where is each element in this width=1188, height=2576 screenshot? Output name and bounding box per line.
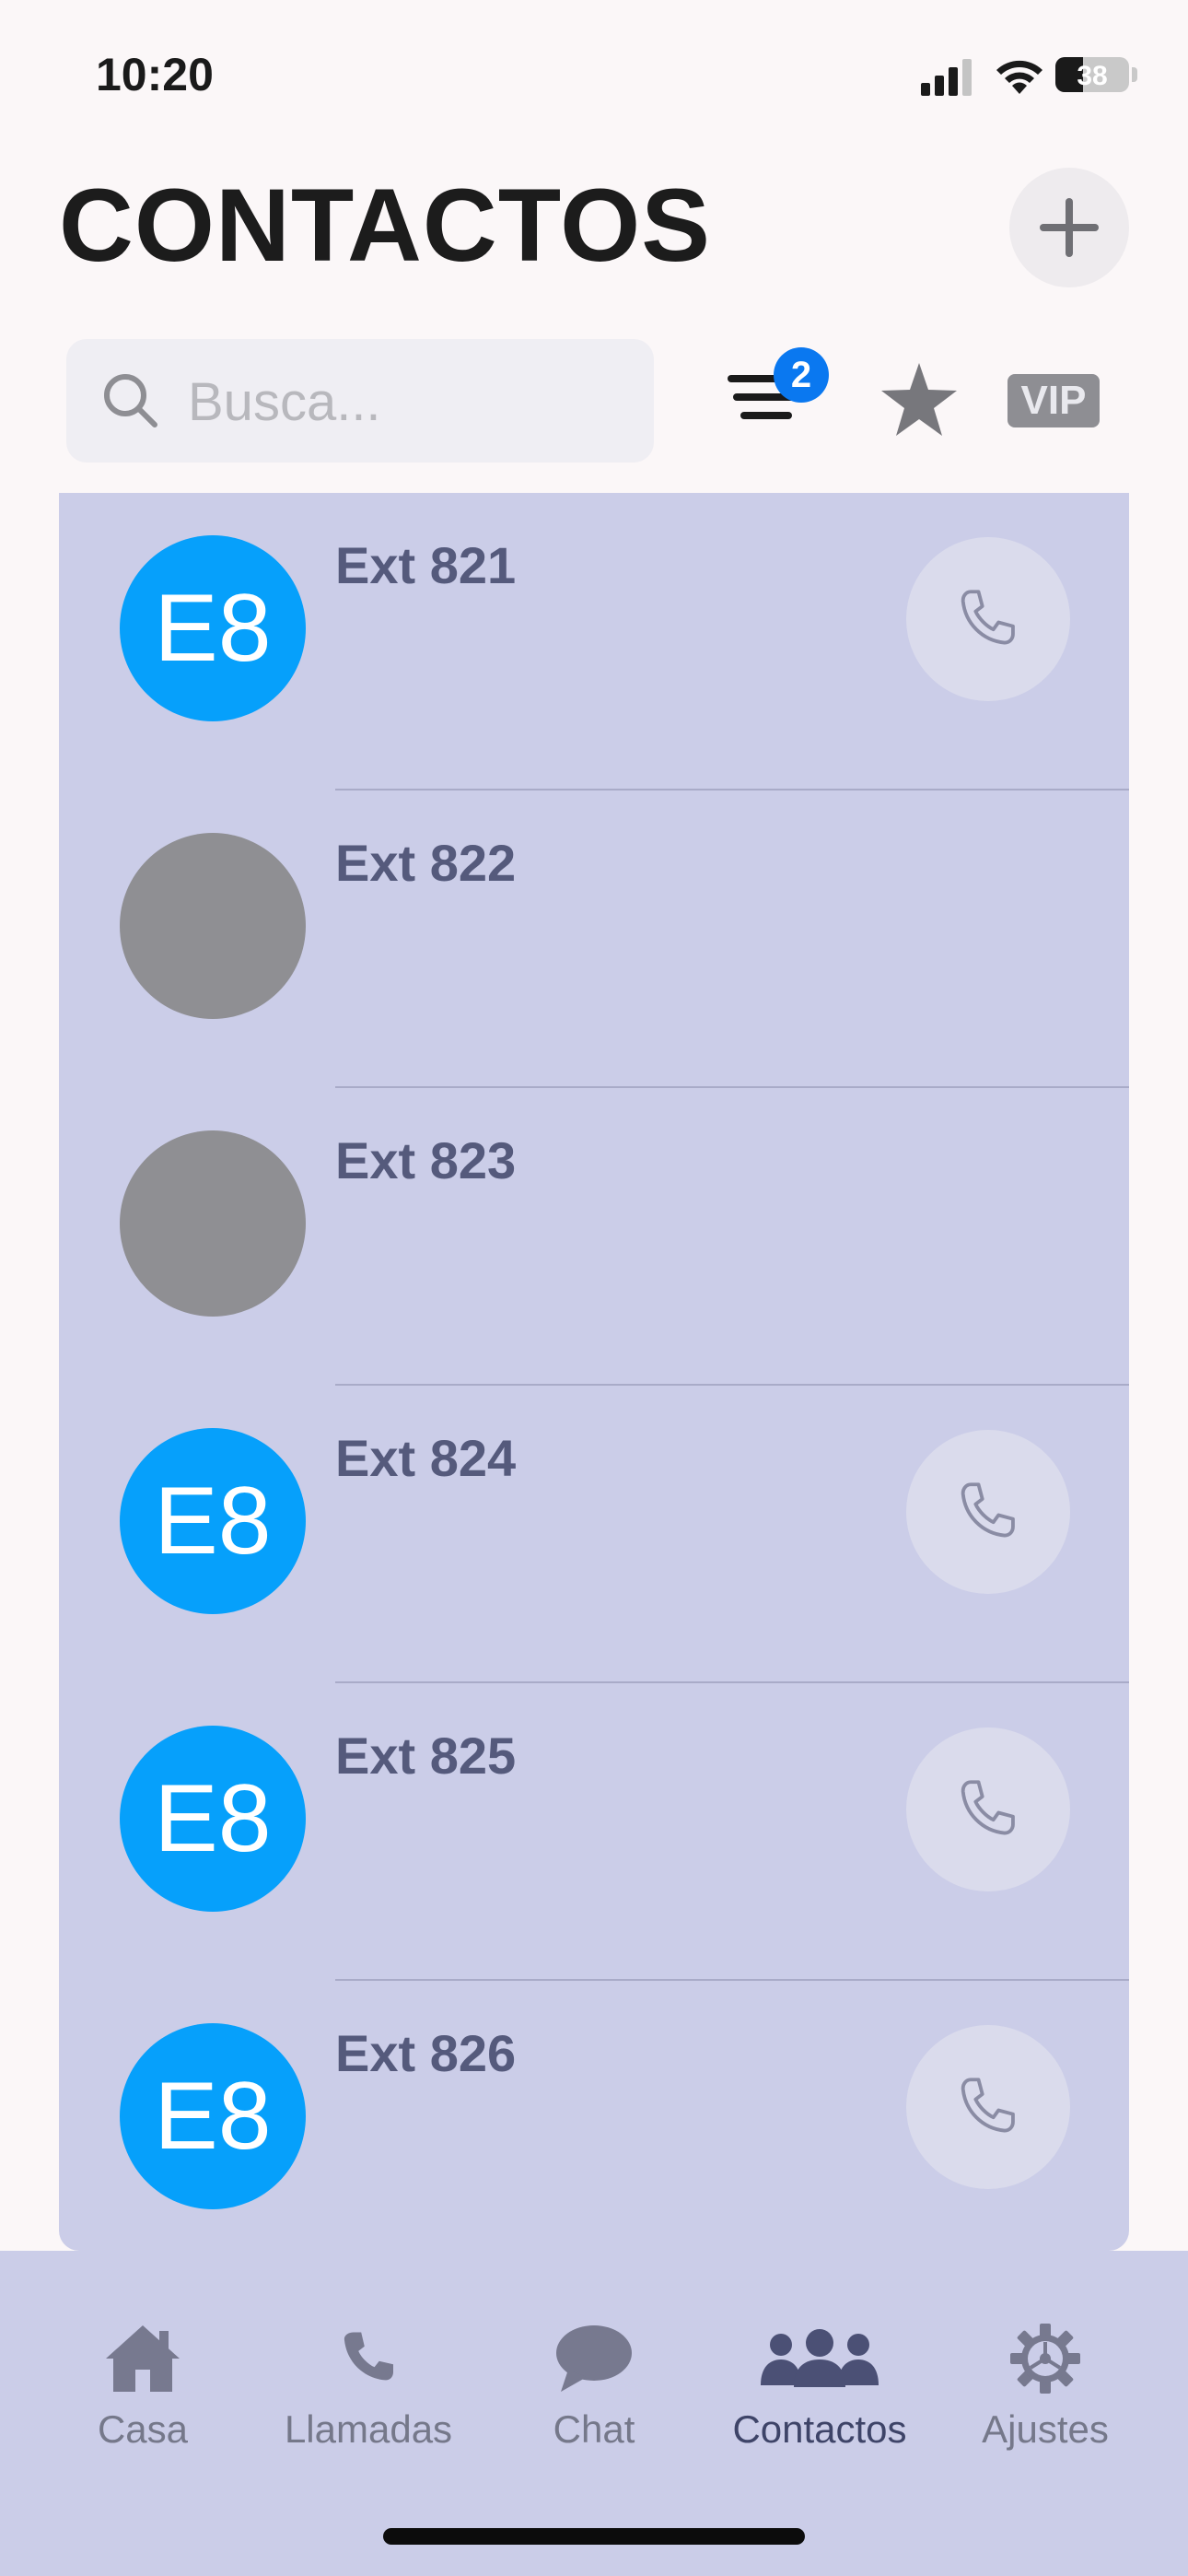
- contact-row[interactable]: E8 Ext 825: [59, 1683, 1129, 1981]
- call-button[interactable]: [906, 1430, 1070, 1594]
- filter-button[interactable]: 2: [728, 347, 829, 447]
- battery-icon: 38: [1055, 57, 1129, 92]
- page-title: CONTACTOS: [59, 168, 711, 283]
- contact-name: Ext 823: [335, 1131, 517, 1189]
- battery-level: 38: [1077, 61, 1108, 91]
- phone-icon: [961, 2078, 1015, 2133]
- avatar-initials: E8: [154, 2063, 272, 2170]
- wifi-icon: [996, 60, 1042, 94]
- people-icon: [761, 2329, 879, 2387]
- home-indicator: [383, 2528, 805, 2545]
- battery-tip: [1132, 67, 1137, 82]
- status-time: 10:20: [96, 49, 214, 100]
- cellular-signal-icon: [921, 59, 972, 96]
- avatar-initials: E8: [154, 1468, 272, 1575]
- filter-count-badge: 2: [774, 347, 829, 403]
- tab-chat[interactable]: Chat: [483, 2317, 705, 2452]
- avatar: E8: [120, 1726, 306, 1912]
- star-icon[interactable]: [879, 361, 959, 439]
- contact-list[interactable]: E8 Ext 821 Ext 822 Ext 823 E8 Ext 824 E8…: [59, 493, 1129, 2251]
- status-bar: 10:20 38: [0, 0, 1188, 147]
- avatar: E8: [120, 535, 306, 721]
- avatar: [120, 1130, 306, 1317]
- phone-icon: [344, 2332, 393, 2381]
- tab-casa[interactable]: Casa: [32, 2317, 253, 2452]
- call-button[interactable]: [906, 2025, 1070, 2189]
- contact-row[interactable]: E8 Ext 826: [59, 1981, 1129, 2251]
- contact-name: Ext 826: [335, 2024, 517, 2082]
- phone-icon: [961, 590, 1015, 645]
- tab-ajustes[interactable]: Ajustes: [935, 2317, 1156, 2452]
- plus-icon: [1040, 198, 1099, 257]
- phone-icon: [961, 1482, 1015, 1538]
- tab-label: Llamadas: [284, 2407, 453, 2451]
- contact-row[interactable]: Ext 822: [59, 790, 1129, 1088]
- contact-row[interactable]: E8 Ext 821: [59, 493, 1129, 790]
- tab-label: Casa: [97, 2407, 189, 2451]
- contact-name: Ext 821: [335, 536, 517, 594]
- tab-llamadas[interactable]: Llamadas: [258, 2317, 479, 2452]
- avatar: E8: [120, 2023, 306, 2209]
- chat-bubble-icon: [556, 2325, 632, 2392]
- avatar: E8: [120, 1428, 306, 1614]
- house-icon: [106, 2325, 180, 2392]
- avatar-initials: E8: [154, 575, 272, 682]
- contact-name: Ext 825: [335, 1727, 517, 1785]
- call-button[interactable]: [906, 1727, 1070, 1891]
- avatar-initials: E8: [154, 1765, 272, 1872]
- gear-icon: [1010, 2324, 1080, 2394]
- tab-label: Chat: [553, 2407, 635, 2451]
- add-contact-button[interactable]: [1009, 168, 1129, 287]
- search-bar[interactable]: [66, 339, 654, 463]
- contact-name: Ext 822: [335, 834, 517, 892]
- tab-contactos[interactable]: Contactos: [709, 2317, 930, 2452]
- avatar: [120, 833, 306, 1019]
- contact-row[interactable]: Ext 823: [59, 1088, 1129, 1386]
- tab-label: Contactos: [732, 2407, 907, 2451]
- phone-icon: [961, 1780, 1015, 1835]
- contact-name: Ext 824: [335, 1429, 517, 1487]
- search-icon: [104, 374, 157, 427]
- tab-label: Ajustes: [982, 2407, 1109, 2451]
- contact-row[interactable]: E8 Ext 824: [59, 1386, 1129, 1683]
- call-button[interactable]: [906, 537, 1070, 701]
- search-input[interactable]: [186, 357, 632, 446]
- vip-button[interactable]: VIP: [1007, 374, 1100, 427]
